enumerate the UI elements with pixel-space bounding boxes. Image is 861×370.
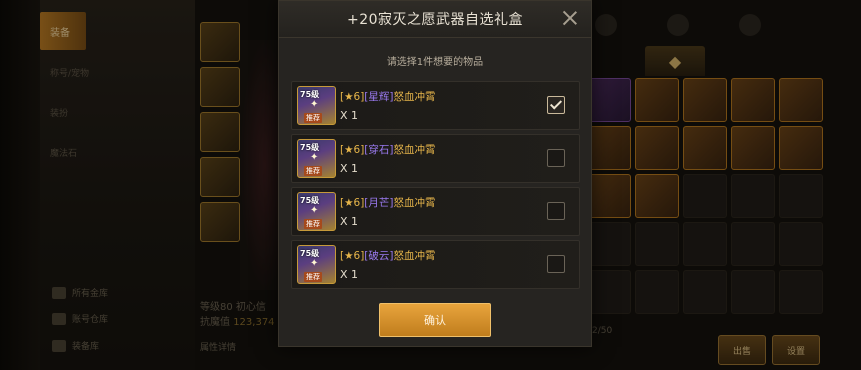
option-name: [★6][月芒]怒血冲霄 <box>340 195 436 210</box>
selection-gift-box-dialog: +20寂灭之愿武器自选礼盒 请选择1件想要的物品 75级 ✦ 推荐 [★6][星… <box>278 0 592 347</box>
option-name: [★6][穿石]怒血冲霄 <box>340 142 436 157</box>
recommend-tag: 推荐 <box>304 166 322 176</box>
option-gem: [月芒] <box>364 197 394 209</box>
recommend-tag: 推荐 <box>304 272 322 282</box>
weapon-icon: 75级 ✦ 推荐 <box>297 245 336 284</box>
option-qty: X 1 <box>340 215 359 228</box>
dialog-title: +20寂灭之愿武器自选礼盒 <box>346 12 524 28</box>
option-prefix: [★6] <box>340 91 365 103</box>
option-prefix: [★6] <box>340 144 365 156</box>
option-weapon-name: 怒血冲霄 <box>393 250 436 262</box>
option-qty: X 1 <box>340 109 359 122</box>
option-item[interactable]: 75级 ✦ 推荐 [★6][穿石]怒血冲霄 X 1 <box>291 134 580 183</box>
option-item[interactable]: 75级 ✦ 推荐 [★6][破云]怒血冲霄 X 1 <box>291 240 580 289</box>
option-qty: X 1 <box>340 162 359 175</box>
star-icon: ✦ <box>310 152 319 163</box>
option-checkbox[interactable] <box>547 96 565 114</box>
confirm-button[interactable]: 确认 <box>379 303 491 337</box>
option-name: [★6][星辉]怒血冲霄 <box>340 89 436 104</box>
close-icon[interactable] <box>561 9 579 27</box>
option-weapon-name: 怒血冲霄 <box>393 144 436 156</box>
option-prefix: [★6] <box>340 197 365 209</box>
option-weapon-name: 怒血冲霄 <box>393 197 436 209</box>
option-checkbox[interactable] <box>547 149 565 167</box>
option-prefix: [★6] <box>340 250 365 262</box>
option-qty: X 1 <box>340 268 359 281</box>
weapon-icon: 75级 ✦ 推荐 <box>297 192 336 231</box>
option-weapon-name: 怒血冲霄 <box>393 91 436 103</box>
option-gem: [破云] <box>364 250 394 262</box>
recommend-tag: 推荐 <box>304 113 322 123</box>
recommend-tag: 推荐 <box>304 219 322 229</box>
option-checkbox[interactable] <box>547 202 565 220</box>
star-icon: ✦ <box>310 258 319 269</box>
option-gem: [穿石] <box>364 144 394 156</box>
option-checkbox[interactable] <box>547 255 565 273</box>
confirm-label: 确认 <box>424 314 446 327</box>
weapon-icon: 75级 ✦ 推荐 <box>297 139 336 178</box>
option-name: [★6][破云]怒血冲霄 <box>340 248 436 263</box>
option-gem: [星辉] <box>364 91 394 103</box>
weapon-icon: 75级 ✦ 推荐 <box>297 86 336 125</box>
star-icon: ✦ <box>310 99 319 110</box>
option-item[interactable]: 75级 ✦ 推荐 [★6][月芒]怒血冲霄 X 1 <box>291 187 580 236</box>
dialog-subtitle: 请选择1件想要的物品 <box>386 57 484 68</box>
dialog-header: +20寂灭之愿武器自选礼盒 <box>279 1 591 38</box>
star-icon: ✦ <box>310 205 319 216</box>
option-item[interactable]: 75级 ✦ 推荐 [★6][星辉]怒血冲霄 X 1 <box>291 81 580 130</box>
